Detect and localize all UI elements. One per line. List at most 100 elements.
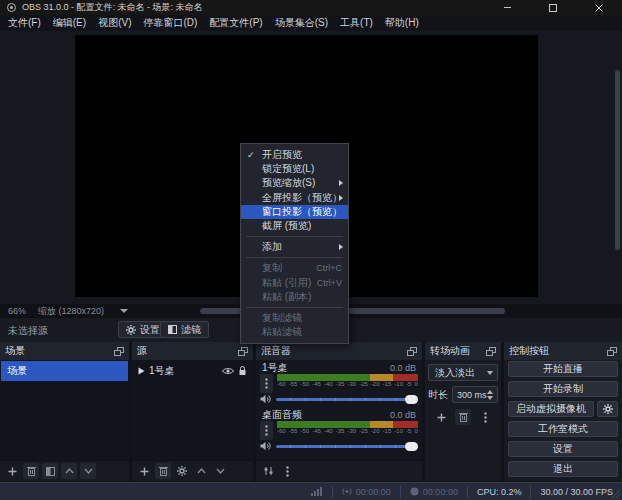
transitions-header[interactable]: 转场动画 <box>425 342 501 360</box>
volume-slider-handle[interactable] <box>405 442 418 451</box>
transition-select[interactable]: 淡入淡出 <box>428 364 498 381</box>
filters-button-label: 滤镜 <box>181 323 201 337</box>
close-button[interactable] <box>576 0 622 15</box>
vertical-scrollbar[interactable] <box>615 70 620 250</box>
lock-icon[interactable] <box>238 366 247 376</box>
mixer-channel-menu-button[interactable] <box>260 421 273 440</box>
menu-item-paste-filters[interactable]: 粘贴滤镜 <box>241 325 348 339</box>
volume-slider[interactable] <box>276 398 418 401</box>
start-recording-button[interactable]: 开始录制 <box>508 381 618 397</box>
menu-item-preview-zoom[interactable]: 预览缩放(S) <box>241 176 348 190</box>
controls-header[interactable]: 控制按钮 <box>504 342 622 360</box>
mixer-channel-name: 1号桌 <box>262 362 288 373</box>
minimize-button[interactable] <box>484 0 530 15</box>
scenes-header[interactable]: 场景 <box>0 342 129 360</box>
resize-grip[interactable] <box>611 489 621 499</box>
advanced-audio-icon[interactable] <box>260 463 276 479</box>
source-name: 1号桌 <box>149 364 175 378</box>
stream-timer: 00:00:00 <box>332 486 400 498</box>
popout-icon[interactable] <box>486 347 496 356</box>
transition-menu-button[interactable] <box>477 409 493 425</box>
source-filters-button[interactable]: 滤镜 <box>160 321 209 338</box>
source-up-button[interactable] <box>193 463 209 479</box>
menu-item-enable-preview[interactable]: ✓开启预览 <box>241 148 348 162</box>
volume-slider-handle[interactable] <box>405 395 418 404</box>
mixer-toolbar <box>256 460 422 481</box>
stream-time: 00:00:00 <box>356 487 391 497</box>
sources-title: 源 <box>137 344 147 358</box>
scenes-panel: 场景 场景 <box>0 342 129 481</box>
menu-item-copy-filters[interactable]: 复制滤镜 <box>241 311 348 325</box>
eye-icon[interactable] <box>222 367 234 375</box>
filter-icon <box>168 325 177 334</box>
speaker-icon[interactable] <box>260 394 271 404</box>
record-timer: 00:00:00 <box>400 486 467 498</box>
remove-source-button[interactable] <box>155 463 171 479</box>
source-down-button[interactable] <box>212 463 228 479</box>
title-bar: OBS 31.0.0 - 配置文件: 未命名 - 场景: 未命名 <box>0 0 622 15</box>
scene-filters-button[interactable] <box>42 463 58 479</box>
fps-indicator: 30.00 / 30.00 FPS <box>530 486 622 498</box>
sources-header[interactable]: 源 <box>132 342 253 360</box>
checkmark-icon: ✓ <box>247 150 255 160</box>
remove-transition-button[interactable] <box>455 409 471 425</box>
popout-icon[interactable] <box>607 347 617 356</box>
add-source-button[interactable] <box>136 463 152 479</box>
network-status <box>302 486 332 498</box>
virtual-camera-settings-button[interactable] <box>597 401 618 417</box>
studio-mode-button[interactable]: 工作室模式 <box>508 421 618 437</box>
add-transition-button[interactable] <box>433 409 449 425</box>
menu-item-fullscreen-projector[interactable]: 全屏投影（预览） <box>241 191 348 205</box>
popout-icon[interactable] <box>238 347 248 356</box>
start-streaming-button[interactable]: 开始直播 <box>508 361 618 377</box>
volume-meter <box>277 421 418 428</box>
menu-item-paste-reference[interactable]: 粘贴 (引用)Ctrl+V <box>241 276 348 290</box>
menu-file[interactable]: 文件(F) <box>2 16 47 30</box>
start-virtual-camera-button[interactable]: 启动虚拟摄像机 <box>508 401 594 417</box>
controls-panel: 控制按钮 开始直播 开始录制 启动虚拟摄像机 工作室模式 设置 退出 <box>504 342 622 481</box>
record-time: 00:00:00 <box>423 487 458 497</box>
popout-icon[interactable] <box>114 347 124 356</box>
menu-profile[interactable]: 配置文件(P) <box>203 16 268 30</box>
menu-item-screenshot[interactable]: 截屏 (预览) <box>241 219 348 233</box>
menu-item-lock-preview[interactable]: 锁定预览(L) <box>241 162 348 176</box>
mixer-channel-menu-button[interactable] <box>260 374 273 393</box>
menu-item-paste-duplicate[interactable]: 粘贴 (副本) <box>241 290 348 304</box>
dock-area: 场景 场景 源 1号桌 <box>0 342 622 481</box>
menu-item-add[interactable]: 添加 <box>241 240 348 254</box>
transition-selected: 淡入淡出 <box>429 366 475 380</box>
add-scene-button[interactable] <box>4 463 20 479</box>
sources-panel: 源 1号桌 <box>132 342 253 481</box>
menu-scene-collection[interactable]: 场景集合(S) <box>269 16 334 30</box>
maximize-button[interactable] <box>530 0 576 15</box>
source-list-item[interactable]: 1号桌 <box>133 361 252 381</box>
remove-scene-button[interactable] <box>23 463 39 479</box>
menu-tools[interactable]: 工具(T) <box>334 16 379 30</box>
scene-list-item[interactable]: 场景 <box>1 361 128 381</box>
menu-view[interactable]: 视图(V) <box>92 16 137 30</box>
menu-item-copy[interactable]: 复制Ctrl+C <box>241 261 348 275</box>
volume-slider[interactable] <box>276 445 418 448</box>
exit-button[interactable]: 退出 <box>508 461 618 477</box>
source-properties-gear-button[interactable] <box>174 463 190 479</box>
duration-spinbox[interactable]: 300 ms <box>452 386 498 403</box>
mixer-menu-button[interactable] <box>279 463 295 479</box>
zoom-dropdown-icon[interactable] <box>120 309 128 313</box>
meter-scale: -60-55-50-45-40-35-30-25-20-15-10-50 <box>277 428 418 435</box>
spinner-arrows-icon[interactable] <box>487 390 493 400</box>
controls-title: 控制按钮 <box>509 344 549 358</box>
sources-toolbar <box>132 460 253 481</box>
scenes-toolbar <box>0 460 129 481</box>
popout-icon[interactable] <box>407 347 417 356</box>
menu-item-window-projector[interactable]: 窗口投影（预览） <box>241 205 348 219</box>
mixer-header[interactable]: 混音器 <box>256 342 422 360</box>
settings-button[interactable]: 设置 <box>508 441 618 457</box>
mixer-channel-name: 桌面音频 <box>262 409 302 420</box>
menu-edit[interactable]: 编辑(E) <box>47 16 92 30</box>
menu-help[interactable]: 帮助(H) <box>379 16 425 30</box>
scene-up-button[interactable] <box>61 463 77 479</box>
scene-down-button[interactable] <box>80 463 96 479</box>
submenu-arrow-icon <box>339 195 343 201</box>
menu-docks[interactable]: 停靠窗口(D) <box>137 16 203 30</box>
speaker-icon[interactable] <box>260 441 271 451</box>
